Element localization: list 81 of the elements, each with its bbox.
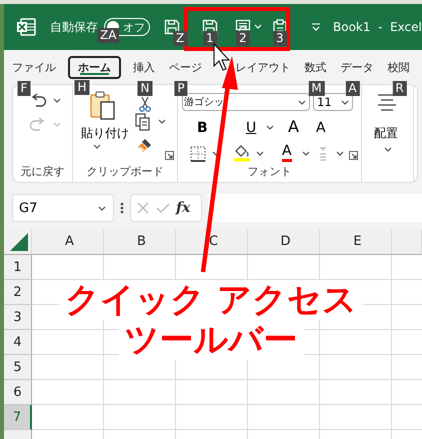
- alignment-icon[interactable]: [376, 93, 398, 111]
- caret-icon: [98, 206, 107, 212]
- font-name-box[interactable]: 游ゴシッ: [182, 93, 310, 111]
- key-tip: 3: [273, 31, 287, 46]
- alignment-button[interactable]: 配置: [374, 125, 398, 142]
- ribbon-tab[interactable]: 挿入: [131, 56, 157, 78]
- cancel-icon: [136, 201, 150, 215]
- grow-font-button[interactable]: A: [288, 118, 299, 136]
- save-icon[interactable]: [164, 19, 180, 35]
- key-tip: P: [174, 80, 188, 96]
- caret-icon[interactable]: [336, 151, 344, 157]
- excel-logo-icon: [16, 17, 36, 37]
- undo-icon[interactable]: [29, 93, 47, 109]
- caret-icon[interactable]: [256, 151, 264, 157]
- insert-function-button[interactable]: fx: [176, 200, 190, 216]
- check-icon: [156, 201, 170, 215]
- row-header[interactable]: 1: [4, 255, 32, 280]
- key-tip: 2: [236, 31, 250, 46]
- more-options-icon[interactable]: [120, 202, 124, 214]
- name-box[interactable]: G7: [12, 194, 114, 222]
- caret-icon[interactable]: [384, 147, 392, 153]
- formula-input[interactable]: [208, 194, 422, 222]
- row-header[interactable]: 7: [4, 405, 32, 430]
- column-header[interactable]: C: [176, 229, 248, 255]
- key-tip: A: [345, 80, 360, 96]
- font-size-box[interactable]: 11: [313, 93, 353, 111]
- annotation-text: ツールバー: [118, 320, 304, 360]
- row-header[interactable]: 4: [4, 330, 32, 355]
- key-tip: N: [138, 80, 152, 96]
- caret-icon: [298, 100, 306, 106]
- ribbon-tab[interactable]: ファイル: [10, 56, 58, 78]
- group-label: フォント: [246, 164, 292, 180]
- document-title: Book1 - Excel: [333, 20, 422, 34]
- annotation-text: クイック アクセス: [59, 280, 363, 320]
- ribbon-tab[interactable]: ページ レイアウト: [167, 56, 292, 78]
- dialog-launcher-icon[interactable]: [165, 151, 174, 160]
- column-header[interactable]: E: [320, 229, 392, 255]
- caret-icon[interactable]: [93, 144, 101, 150]
- key-tip: F: [18, 80, 30, 96]
- row-header[interactable]: 3: [4, 305, 32, 330]
- borders-icon[interactable]: [190, 146, 206, 162]
- underline-button[interactable]: U: [246, 119, 256, 137]
- bold-button[interactable]: B: [197, 119, 208, 137]
- format-painter-icon[interactable]: [137, 137, 153, 153]
- key-tip: 1: [203, 31, 217, 46]
- key-tip: ZA: [97, 28, 120, 43]
- group-label: 元に戻す: [20, 164, 66, 180]
- row-header[interactable]: 5: [4, 355, 32, 380]
- key-tip: R: [392, 80, 407, 96]
- shrink-font-button[interactable]: A: [316, 119, 326, 137]
- font-color-button[interactable]: A: [282, 144, 292, 162]
- select-all-icon[interactable]: [9, 232, 29, 252]
- ribbon-tab[interactable]: ホーム: [68, 56, 121, 78]
- key-tip: Z: [173, 31, 188, 46]
- scissors-icon[interactable]: [139, 96, 151, 112]
- key-tip: H: [74, 80, 90, 94]
- column-header[interactable]: B: [104, 229, 176, 255]
- key-tip: M: [308, 80, 325, 96]
- fill-color-icon[interactable]: [233, 144, 251, 162]
- row-header[interactable]: 2: [4, 280, 32, 305]
- caret-icon: [341, 100, 349, 106]
- dialog-launcher-icon[interactable]: [349, 151, 358, 160]
- row-header[interactable]: 6: [4, 380, 32, 405]
- caret-icon[interactable]: [266, 125, 274, 131]
- column-header[interactable]: D: [248, 229, 320, 255]
- ribbon-tab[interactable]: 数式: [302, 56, 328, 78]
- paste-icon[interactable]: [89, 91, 117, 121]
- column-header[interactable]: A: [32, 229, 104, 255]
- copy-icon[interactable]: [135, 113, 151, 131]
- group-label: クリップボード: [86, 164, 164, 180]
- phonetic-guide-icon: [318, 145, 328, 161]
- customize-caret-icon[interactable]: [311, 23, 321, 31]
- caret-icon[interactable]: [158, 119, 166, 125]
- caret-icon[interactable]: [53, 98, 61, 104]
- autosave-label: 自動保存: [50, 18, 98, 36]
- caret-icon: [53, 122, 61, 128]
- ribbon-tab[interactable]: 校閲: [386, 56, 412, 78]
- caret-icon[interactable]: [302, 151, 310, 157]
- ribbon-tab[interactable]: データ: [338, 56, 376, 78]
- paste-button[interactable]: 貼り付け: [81, 125, 129, 142]
- pointer-icon: [214, 42, 230, 71]
